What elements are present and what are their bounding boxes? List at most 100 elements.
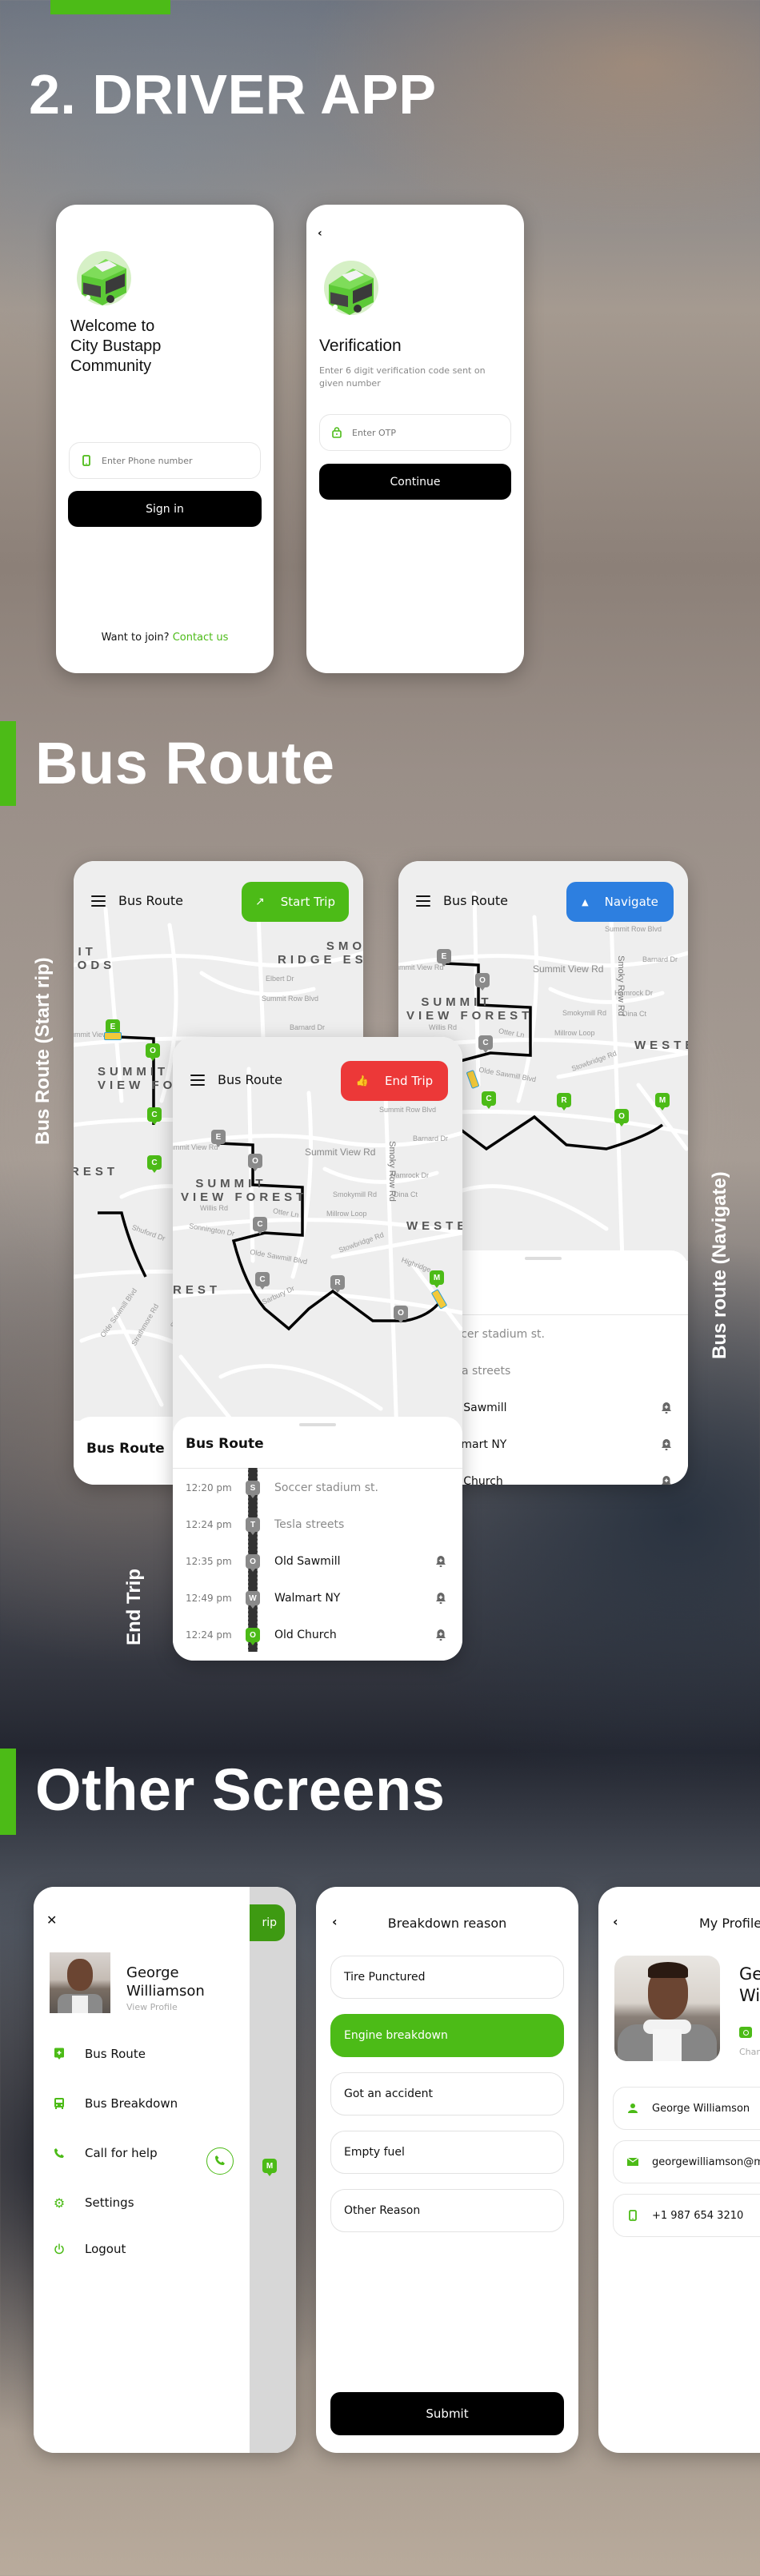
road-label: Millrow Loop xyxy=(554,1029,595,1037)
bell-plus-icon[interactable] xyxy=(435,1629,446,1641)
reason-option[interactable]: Got an accident xyxy=(330,2072,564,2115)
sheet-handle[interactable] xyxy=(299,1423,336,1426)
stop-name: Walmart NY xyxy=(274,1592,341,1605)
screen-title: Breakdown reason xyxy=(387,1916,507,1931)
road-label: Smoky Row Rd xyxy=(386,1141,397,1202)
submit-button[interactable]: Submit xyxy=(330,2392,564,2435)
close-button[interactable]: ✕ xyxy=(46,1912,57,1928)
bell-plus-icon[interactable] xyxy=(661,1475,672,1485)
map-marker-m[interactable]: M xyxy=(430,1270,444,1288)
stop-row[interactable]: 12:24 pm O Old Church xyxy=(173,1617,462,1653)
avatar-face xyxy=(67,1959,93,1991)
section-title-bus-route: Bus Route xyxy=(35,730,335,796)
phone-field[interactable]: +1 987 654 3210 xyxy=(613,2194,760,2237)
map-marker-e[interactable]: E xyxy=(437,949,451,967)
end-trip-screen: SUMMITVIEW FOREST WESTER REST Summit Vie… xyxy=(173,1037,462,1661)
reason-option[interactable]: Other Reason xyxy=(330,2189,564,2232)
menu-item-logout[interactable]: Logout xyxy=(53,2242,126,2256)
reason-option[interactable]: Tire Punctured xyxy=(330,1956,564,1999)
map-marker-c[interactable]: C xyxy=(253,1217,267,1234)
bell-plus-icon[interactable] xyxy=(435,1555,446,1568)
area-label: REST xyxy=(173,1283,222,1297)
accent-bar-top xyxy=(50,0,170,14)
call-button[interactable] xyxy=(206,2147,234,2175)
menu-item-bus-breakdown[interactable]: Bus Breakdown xyxy=(53,2096,178,2111)
menu-item-settings[interactable]: ⚙ Settings xyxy=(53,2195,134,2211)
email-field[interactable]: georgewilliamson@m xyxy=(613,2140,760,2183)
change-photo-link[interactable]: Change xyxy=(739,2047,760,2057)
header-title: Bus Route xyxy=(443,893,508,908)
sheet-title: Bus Route xyxy=(186,1436,264,1452)
map-marker-m[interactable]: M xyxy=(262,2159,277,2176)
stop-row[interactable]: 12:35 pm O Old Sawmill xyxy=(173,1543,462,1580)
map-marker-m[interactable]: M xyxy=(655,1093,670,1111)
menu-item-bus-route[interactable]: Bus Route xyxy=(53,2047,146,2061)
road-label: ummit View Rd xyxy=(173,1143,218,1151)
sheet-title: Bus Route xyxy=(86,1441,165,1457)
continue-button[interactable]: Continue xyxy=(319,464,511,500)
stop-row[interactable]: 12:24 pm T Tesla streets xyxy=(173,1506,462,1543)
app-header: Bus Route xyxy=(416,893,508,908)
map-marker-o[interactable]: O xyxy=(394,1306,408,1323)
road-label: ummit View Rd xyxy=(398,963,444,971)
back-button[interactable]: ‹ xyxy=(318,227,322,240)
start-trip-button[interactable]: ↗ Start Trip xyxy=(242,882,349,922)
bell-plus-icon[interactable] xyxy=(661,1438,672,1451)
road-label: Summit Row Blvd xyxy=(379,1106,437,1114)
map-marker-c[interactable]: C xyxy=(147,1155,162,1173)
road-label: Willis Rd xyxy=(200,1204,228,1212)
reason-option[interactable]: Empty fuel xyxy=(330,2131,564,2174)
name-field[interactable]: George Williamson xyxy=(613,2087,760,2130)
stop-row[interactable]: 12:20 pm S Soccer stadium st. xyxy=(173,1469,462,1506)
hamburger-menu-icon[interactable] xyxy=(416,895,430,907)
road-label: Smokymill Rd xyxy=(562,1009,607,1017)
profile-photo[interactable] xyxy=(614,1956,720,2061)
map-marker-c[interactable]: C xyxy=(478,1035,493,1053)
reason-option[interactable]: Engine breakdown xyxy=(330,2014,564,2057)
hamburger-menu-icon[interactable] xyxy=(190,1074,205,1086)
bottom-sheet: Bus Route 12:20 pm S Soccer stadium st. 12:… xyxy=(173,1417,462,1661)
otp-input[interactable]: Enter OTP xyxy=(319,414,511,451)
back-button[interactable]: ‹ xyxy=(613,1914,618,1929)
hamburger-menu-icon[interactable] xyxy=(91,895,106,907)
area-label: SUMMIT VIEW FOREST xyxy=(406,995,534,1023)
verification-title: Verification xyxy=(319,337,402,355)
map-marker-o[interactable]: O xyxy=(614,1109,629,1127)
bell-plus-icon[interactable] xyxy=(661,1402,672,1414)
end-trip-button[interactable]: 👍 End Trip xyxy=(341,1061,448,1101)
email-value: georgewilliamson@m xyxy=(652,2155,760,2168)
contact-us-link[interactable]: Contact us xyxy=(173,632,229,644)
road-label: Dina Ct xyxy=(622,1010,647,1018)
sheet-handle[interactable] xyxy=(525,1257,562,1260)
app-header: Bus Route xyxy=(91,893,183,908)
header-title: Bus Route xyxy=(118,893,183,908)
stop-marker: T xyxy=(246,1517,260,1535)
sign-in-button[interactable]: Sign in xyxy=(68,491,262,527)
welcome-line-1: Welcome to xyxy=(70,317,155,335)
map-marker-o[interactable]: O xyxy=(146,1043,160,1061)
avatar[interactable] xyxy=(50,1952,110,2013)
menu-item-call-for-help[interactable]: Call for help xyxy=(53,2146,158,2160)
view-profile-link[interactable]: View Profile xyxy=(126,2002,178,2012)
map-marker-c[interactable]: C xyxy=(482,1091,496,1109)
stop-row[interactable]: 12:49 pm W Walmart NY xyxy=(173,1580,462,1617)
bell-plus-icon[interactable] xyxy=(435,1592,446,1605)
phone-number-input[interactable]: Enter Phone number xyxy=(69,442,261,479)
road-label: Millrow Loop xyxy=(326,1210,367,1218)
login-screen: Welcome to City Bustapp Community Enter … xyxy=(56,205,274,673)
join-prompt: Want to join? Contact us xyxy=(56,632,274,644)
map-marker-c[interactable]: C xyxy=(147,1107,162,1125)
navigate-button[interactable]: ▲ Navigate xyxy=(566,882,674,922)
reason-list: Tire Punctured Engine breakdown Got an acc… xyxy=(316,1956,578,2259)
map-marker-o[interactable]: O xyxy=(248,1154,262,1171)
map-marker-e[interactable]: E xyxy=(211,1130,226,1147)
stop-time: 12:20 pm xyxy=(186,1482,232,1493)
camera-icon[interactable] xyxy=(739,2027,752,2038)
end-trip-label: End Trip xyxy=(385,1074,434,1088)
map-marker-r[interactable]: R xyxy=(330,1275,345,1293)
map-marker-r[interactable]: R xyxy=(557,1093,571,1111)
map-marker-c[interactable]: C xyxy=(255,1272,270,1290)
start-trip-button-peek[interactable]: rip xyxy=(250,1904,285,1941)
map-marker-o[interactable]: O xyxy=(475,973,490,991)
menu-item-label: Bus Route xyxy=(85,2047,146,2061)
